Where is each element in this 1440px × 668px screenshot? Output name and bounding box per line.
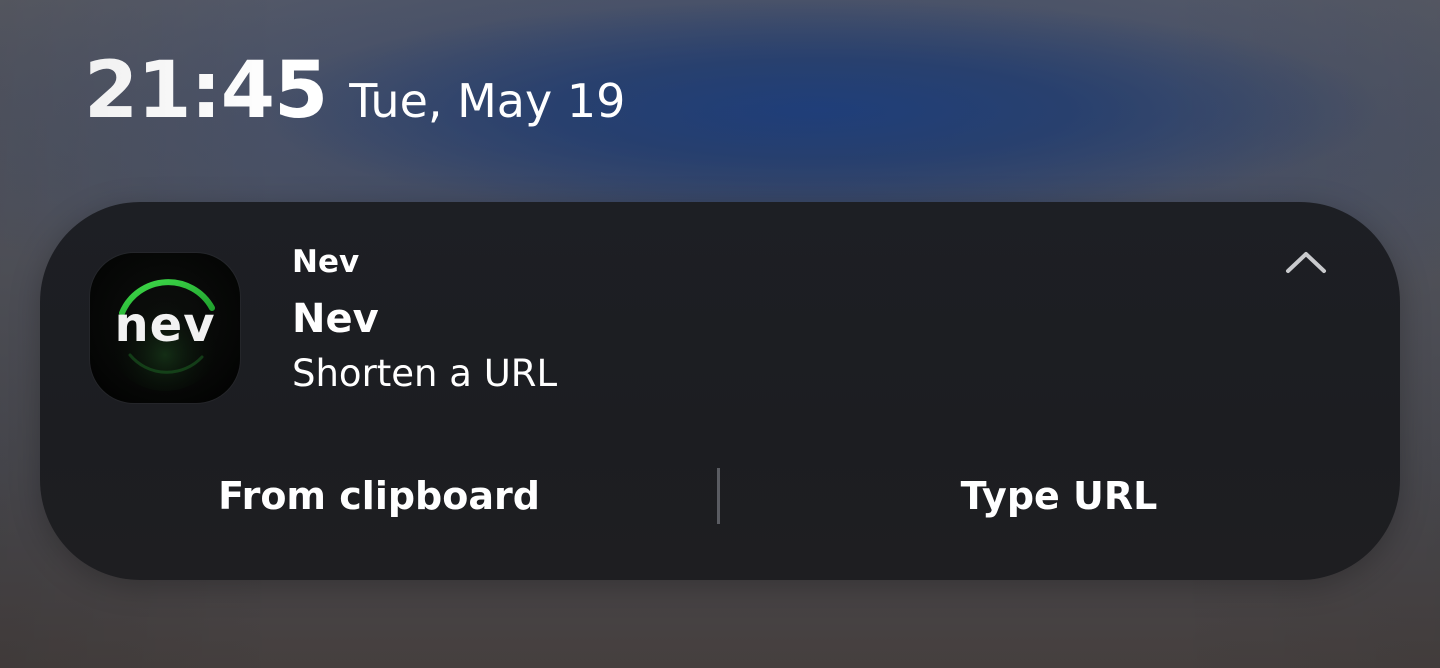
notification-title: Nev: [292, 296, 379, 342]
notification-card[interactable]: nev Nev Nev Shorten a URL From clipboard…: [40, 202, 1400, 580]
clock-time: 21:45: [84, 46, 328, 136]
nev-app-icon: nev: [90, 253, 240, 403]
notification-actions: From clipboard Type URL: [40, 460, 1400, 532]
notification-body: Shorten a URL: [292, 352, 558, 395]
collapse-button[interactable]: [1276, 238, 1336, 288]
chevron-up-icon: [1286, 252, 1326, 273]
from-clipboard-button[interactable]: From clipboard: [40, 460, 718, 532]
app-icon-label: nev: [114, 297, 216, 353]
notification-app-name: Nev: [292, 244, 360, 280]
clock-date: Tue, May 19: [349, 74, 626, 128]
lock-screen: 21:45 Tue, May 19 nev Nev Nev Shorten a …: [0, 0, 1440, 668]
clock-row: 21:45 Tue, May 19: [84, 52, 625, 130]
type-url-button[interactable]: Type URL: [720, 460, 1398, 532]
